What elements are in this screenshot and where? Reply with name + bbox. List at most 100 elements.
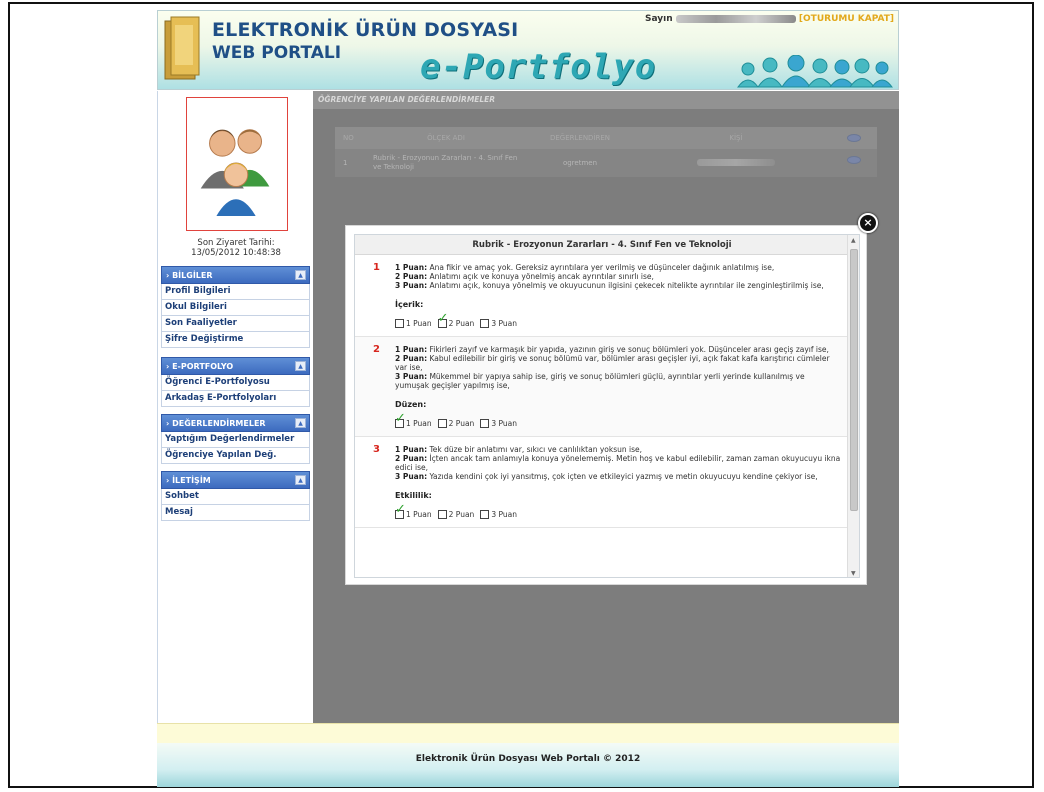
last-visit-value: 13/05/2012 10:48:38 [191,248,281,258]
menu-header-degerlendirmeler[interactable]: › DEĞERLENDİRMELER ▲ [161,414,310,432]
modal-scrollbar[interactable]: ▲ ▼ [847,235,859,577]
checkbox[interactable] [480,319,490,328]
score-option-1[interactable]: 1 Puan [395,319,432,328]
evaluations-table: NO ÖLÇEK ADI DEĞERLENDİREN KİŞİ 1 Rubrik… [335,127,877,177]
checkbox[interactable] [437,419,447,428]
score-desc: Kabul edilebilir bir giriş ve sonuç bölü… [395,354,830,372]
logout-link[interactable]: [OTURUMU KAPAT] [799,14,894,24]
option-label: 1 Puan [406,419,432,428]
checkbox[interactable] [480,510,490,519]
menu-item-profil-bilgileri[interactable]: Profil Bilgileri [161,284,310,300]
footer-copyright: Elektronik Ürün Dosyası Web Portalı © 20… [415,754,641,764]
eportfolio-logo-text: e-Portfolyo [420,47,657,87]
option-label: 3 Puan [491,319,517,328]
score-option-3[interactable]: 3 Puan [480,319,517,328]
menu-item-son-faaliyetler[interactable]: Son Faaliyetler [161,316,310,332]
score-option-3[interactable]: 3 Puan [480,419,517,428]
collapse-icon[interactable]: ▲ [295,361,306,371]
scrollbar-thumb[interactable] [850,249,858,511]
checkbox-checked[interactable] [437,314,449,328]
option-label: 3 Puan [491,510,517,519]
menu-title: › E-PORTFOLYO [166,362,234,371]
menu-item-yaptigim-degerlendirmeler[interactable]: Yaptığım Değerlendirmeler [161,432,310,448]
score-option-1[interactable]: 1 Puan [395,414,432,428]
criterion-title: Etkililik: [395,491,432,500]
score-option-2[interactable]: 2 Puan [437,419,474,428]
score-option-1[interactable]: 1 Puan [395,505,432,519]
menu-title: › İLETİŞİM [166,476,211,485]
menu-header-iletisim[interactable]: › İLETİŞİM ▲ [161,471,310,489]
checkbox-checked[interactable] [395,505,406,519]
score-desc: Tek düze bir anlatımı var, sıkıcı ve can… [427,445,643,454]
cell-view[interactable] [831,149,877,177]
site-header: ELEKTRONİK ÜRÜN DOSYASI WEB PORTALI e-Po… [157,10,899,90]
scroll-down-icon[interactable]: ▼ [851,570,856,577]
score-option-3[interactable]: 3 Puan [480,510,517,519]
criterion-title: İçerik: [395,300,424,309]
section-title: ÖĞRENCİYE YAPILAN DEĞERLENDİRMELER [313,91,899,109]
score-options: 1 Puan 2 Puan 3 Puan [395,505,841,519]
checkbox[interactable] [395,319,404,328]
score-key: 2 Puan: [395,354,428,363]
criterion-line: 2 Puan: Kabul edilebilir bir giriş ve so… [395,354,841,372]
menu-item-mesaj[interactable]: Mesaj [161,505,310,521]
menu-header-bilgiler[interactable]: › BİLGİLER ▲ [161,266,310,284]
col-header-view [831,127,877,149]
brand-title: ELEKTRONİK ÜRÜN DOSYASI [212,19,519,41]
eye-icon [847,134,861,142]
score-desc: Yazıda kendini çok iyi yansıtmış, çok iç… [427,472,818,481]
option-label: 3 Puan [491,419,517,428]
table-row[interactable]: 1 Rubrik - Erozyonun Zararları - 4. Sını… [335,149,877,177]
criterion-2: 2 1 Puan: Fikirleri zayıf ve karmaşık bi… [355,337,849,437]
score-key: 3 Puan: [395,281,428,290]
cell-no: 1 [343,159,348,167]
user-name-redacted [675,14,796,23]
last-visit-label: Son Ziyaret Tarihi: [197,238,275,248]
cell-person-redacted [641,149,831,177]
collapse-icon[interactable]: ▲ [295,270,306,280]
view-eye-icon[interactable] [847,156,861,164]
criterion-number: 2 [373,344,380,355]
rubric-modal: Rubrik - Erozyonun Zararları - 4. Sınıf … [345,225,867,585]
menu-item-sifre-degistirme[interactable]: Şifre Değiştirme [161,332,310,348]
collapse-icon[interactable]: ▲ [295,475,306,485]
col-header-evaluator: DEĞERLENDİREN [549,134,611,142]
menu-item-okul-bilgileri[interactable]: Okul Bilgileri [161,300,310,316]
users-avatar-icon [200,129,270,216]
menu-item-sohbet[interactable]: Sohbet [161,489,310,505]
score-key: 3 Puan: [395,372,428,381]
sidebar: Son Ziyaret Tarihi: 13/05/2012 10:48:38 … [157,91,313,723]
modal-title: Rubrik - Erozyonun Zararları - 4. Sınıf … [355,235,849,255]
checkbox-checked[interactable] [395,414,406,428]
option-label: 1 Puan [406,510,432,519]
score-key: 1 Puan: [395,263,428,272]
score-desc: Anlatımı açık ve konuya yönelmiş ancak a… [427,272,654,281]
menu-item-arkadas-eportfolyolari[interactable]: Arkadaş E-Portfolyoları [161,391,310,407]
close-modal-button[interactable]: × [858,213,878,233]
criterion-line: 1 Puan: Ana fikir ve amaç yok. Gereksiz … [395,263,841,272]
score-desc: Fikirleri zayıf ve karmaşık bir yapıda, … [427,345,829,354]
collapse-icon[interactable]: ▲ [295,418,306,428]
col-header-scale: ÖLÇEK ADI [427,134,465,142]
score-option-2[interactable]: 2 Puan [437,314,474,328]
criterion-line: 2 Puan: Anlatımı açık ve konuya yönelmiş… [395,272,841,281]
scroll-up-icon[interactable]: ▲ [851,237,856,244]
checkbox[interactable] [480,419,490,428]
col-header-no: NO [343,134,354,142]
redacted-name [697,159,775,166]
menu-header-eportfolyo[interactable]: › E-PORTFOLYO ▲ [161,357,310,375]
menu-item-ogrenci-eportfolyosu[interactable]: Öğrenci E-Portfolyosu [161,375,310,391]
score-key: 2 Puan: [395,272,428,281]
checkbox[interactable] [437,510,447,519]
menu-item-ogrenciye-yapilan-deg[interactable]: Öğrenciye Yapılan Değ. [161,448,310,464]
criterion-line: 1 Puan: Tek düze bir anlatımı var, sıkıc… [395,445,841,454]
score-key: 1 Puan: [395,445,428,454]
folder-icon [164,16,200,80]
score-option-2[interactable]: 2 Puan [437,510,474,519]
footer: Elektronik Ürün Dosyası Web Portalı © 20… [157,743,899,787]
menu-bilgiler: › BİLGİLER ▲ Profil Bilgileri Okul Bilgil… [161,266,310,348]
cell-evaluator: ogretmen [562,159,598,167]
session-greeting: Sayın [645,14,673,24]
criterion-title: Düzen: [395,400,427,409]
menu-iletisim: › İLETİŞİM ▲ Sohbet Mesaj [161,471,310,521]
